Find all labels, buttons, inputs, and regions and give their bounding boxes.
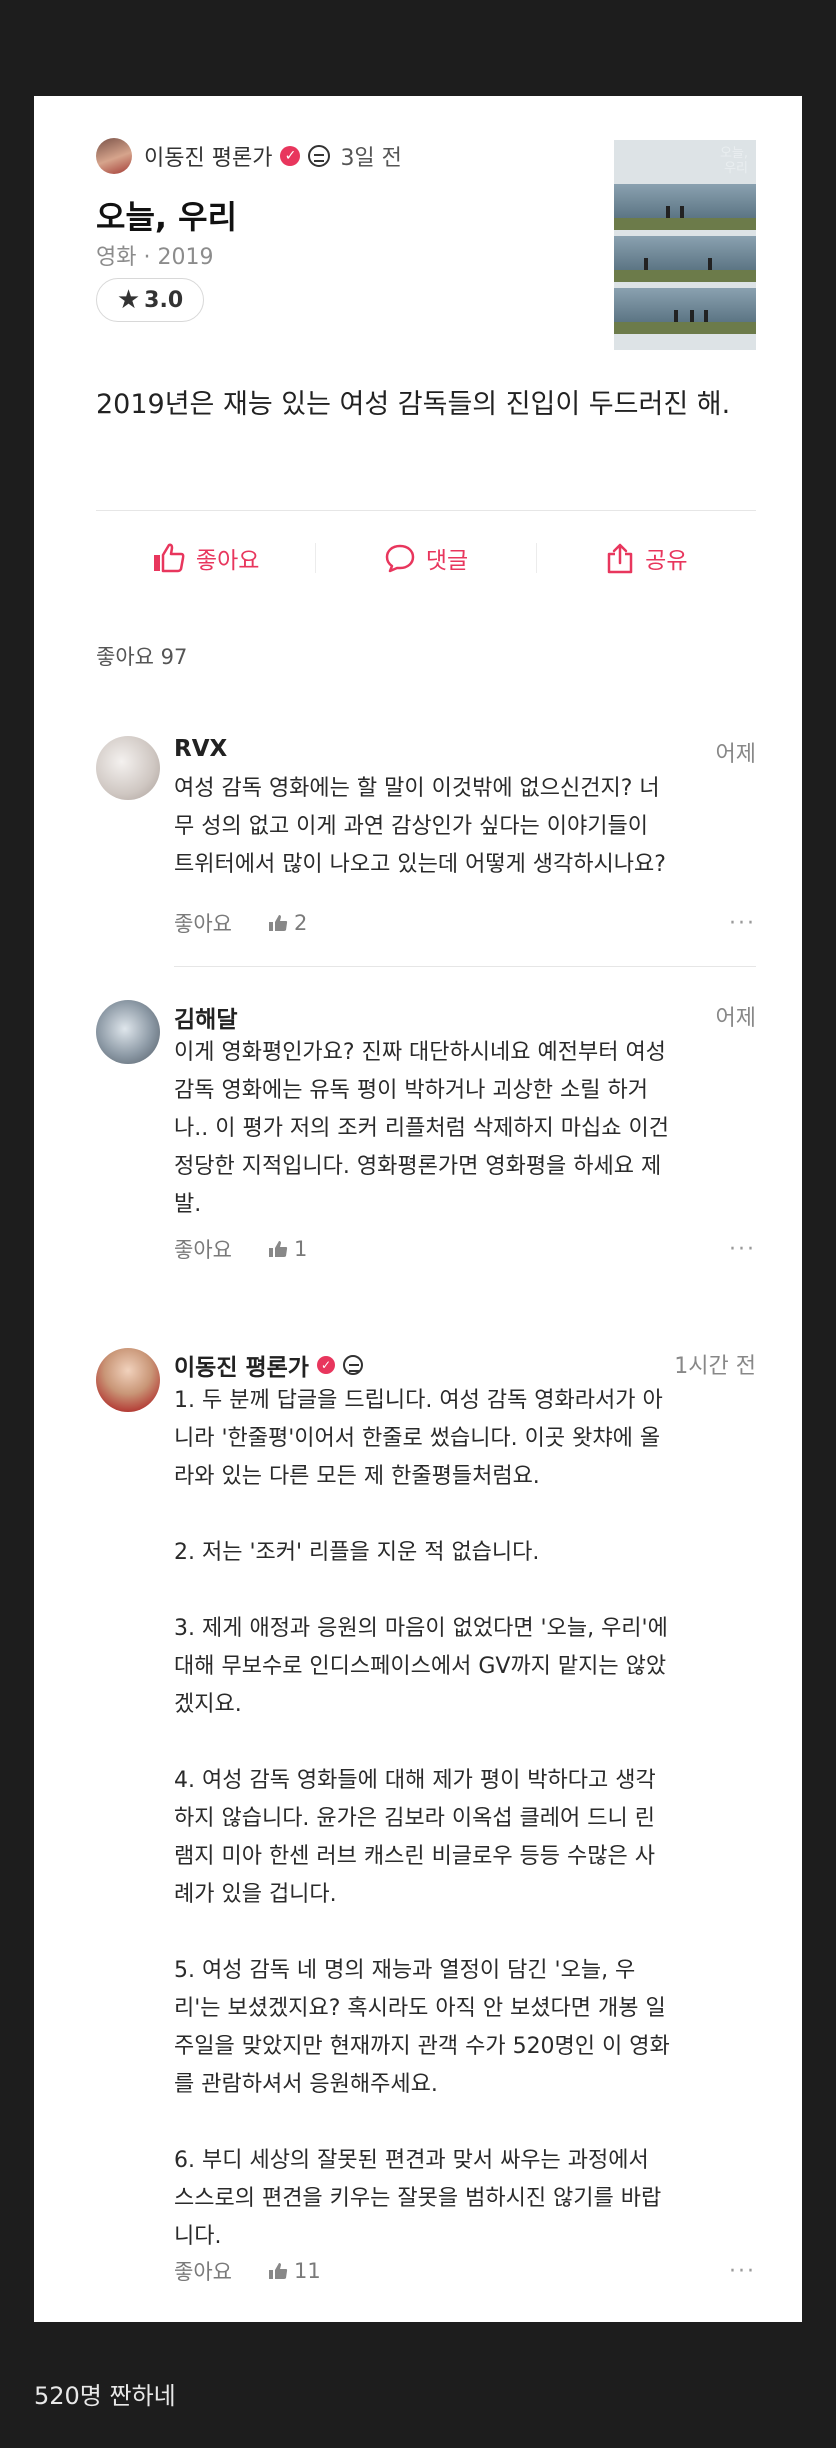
share-button[interactable]: 공유 — [537, 541, 756, 575]
poster-figure — [704, 310, 708, 322]
comment-footer: 좋아요 11 ··· — [174, 2256, 756, 2286]
comment-text: 1. 두 분께 답글을 드립니다. 여성 감독 영화라서가 아 니라 '한줄평'… — [174, 1388, 670, 2249]
movie-title[interactable]: 오늘, 우리 — [96, 192, 237, 238]
movie-poster[interactable]: 오늘, 우리 — [614, 140, 756, 350]
movie-meta: 영화 · 2019 — [96, 245, 214, 270]
poster-band — [614, 288, 756, 322]
comment-like-count: 1 — [268, 1237, 307, 1261]
verified-check-icon: ✓ — [280, 146, 301, 166]
thumbs-up-icon — [268, 1241, 288, 1257]
share-label: 공유 — [645, 548, 688, 574]
thumbs-up-icon — [268, 2263, 288, 2279]
poster-title-line1: 오늘, — [719, 146, 748, 161]
more-options-icon[interactable]: ··· — [729, 2259, 756, 2284]
poster-figure — [644, 258, 648, 270]
more-options-icon[interactable]: ··· — [729, 911, 756, 936]
poster-band — [614, 184, 756, 218]
star-icon: ★ — [116, 285, 141, 315]
comment-item: 이동진 평론가 ✓ 1시간 전 1. 두 분께 답글을 드립니다. 여성 감독 … — [96, 1348, 776, 2298]
poster-figure — [690, 310, 694, 322]
comment-item: 김해달 어제 이게 영화평인가요? 진짜 대단하시네요 예전부터 여성 감독 영… — [96, 1000, 776, 1262]
comment-item: RVX 어제 여성 감독 영화에는 할 말이 이것밖에 없으신건지? 너 무 성… — [96, 736, 776, 936]
like-label: 좋아요 — [195, 548, 260, 574]
poster-figure — [674, 310, 678, 322]
poster-title: 오늘, 우리 — [720, 146, 748, 176]
post-caption: 520명 짠하네 — [34, 2382, 176, 2410]
poster-figure — [708, 258, 712, 270]
comment-label: 댓글 — [425, 548, 469, 574]
comment-like-button[interactable]: 좋아요 — [174, 908, 232, 938]
more-options-icon[interactable]: ··· — [729, 1237, 756, 1262]
thumbs-up-icon — [153, 543, 185, 573]
verified-check-icon: ✓ — [316, 1356, 335, 1374]
commenter-name[interactable]: RVX — [174, 736, 227, 762]
comment-time: 어제 — [715, 1006, 756, 1031]
poster-ground — [614, 322, 756, 334]
commenter-avatar[interactable] — [96, 736, 160, 800]
comment-like-number: 1 — [293, 1237, 308, 1261]
action-bar: 좋아요 댓글 공유 — [96, 528, 756, 588]
speech-bubble-icon — [385, 544, 415, 573]
review-text: 2019년은 재능 있는 여성 감독들의 진입이 두드러진 해. — [96, 389, 731, 420]
comment-footer: 좋아요 1 ··· — [174, 1234, 756, 1264]
commenter-avatar[interactable] — [96, 1000, 160, 1064]
like-button[interactable]: 좋아요 — [96, 541, 315, 575]
watcha-badge-icon — [308, 145, 331, 167]
comment-like-number: 2 — [293, 911, 308, 935]
poster-ground — [614, 270, 756, 282]
author-name[interactable]: 이동진 평론가 — [144, 140, 272, 172]
comment-footer: 좋아요 2 ··· — [174, 908, 756, 938]
watcha-badge-icon — [342, 1355, 363, 1375]
review-card: 이동진 평론가 ✓ 3일 전 오늘, 우리 영화 · 2019 ★ 3.0 오늘… — [34, 96, 802, 2322]
comment-like-button[interactable]: 좋아요 — [174, 1234, 232, 1264]
commenter-avatar[interactable] — [96, 1348, 160, 1412]
comment-button[interactable]: 댓글 — [316, 541, 535, 575]
author-avatar[interactable] — [96, 138, 132, 174]
comment-time: 어제 — [715, 742, 756, 767]
poster-figure — [680, 206, 684, 218]
comment-like-number: 11 — [293, 2259, 321, 2283]
comment-text: 이게 영화평인가요? 진짜 대단하시네요 예전부터 여성 감독 영화에는 유독 … — [174, 1040, 669, 1217]
poster-ground — [614, 218, 756, 230]
commenter-name-row: 이동진 평론가 ✓ — [174, 1348, 363, 1382]
share-icon — [607, 543, 633, 574]
comment-like-count: 2 — [268, 911, 307, 935]
comment-like-count: 11 — [268, 2259, 321, 2283]
thumbs-up-icon — [268, 915, 288, 931]
divider — [96, 510, 756, 511]
comment-like-button[interactable]: 좋아요 — [174, 2256, 232, 2286]
rating-badge: ★ 3.0 — [96, 278, 204, 322]
posted-time: 3일 전 — [340, 146, 402, 171]
poster-band — [614, 236, 756, 270]
commenter-name[interactable]: 이동진 평론가 — [174, 1348, 309, 1382]
commenter-name[interactable]: 김해달 — [174, 1000, 237, 1034]
divider — [174, 966, 756, 967]
rating-value: 3.0 — [144, 287, 184, 313]
like-count[interactable]: 좋아요 97 — [96, 641, 187, 671]
poster-title-line2: 우리 — [724, 161, 748, 176]
comment-time: 1시간 전 — [674, 1354, 756, 1379]
poster-figure — [666, 206, 670, 218]
comment-text: 여성 감독 영화에는 할 말이 이것밖에 없으신건지? 너 무 성의 없고 이게… — [174, 776, 666, 877]
